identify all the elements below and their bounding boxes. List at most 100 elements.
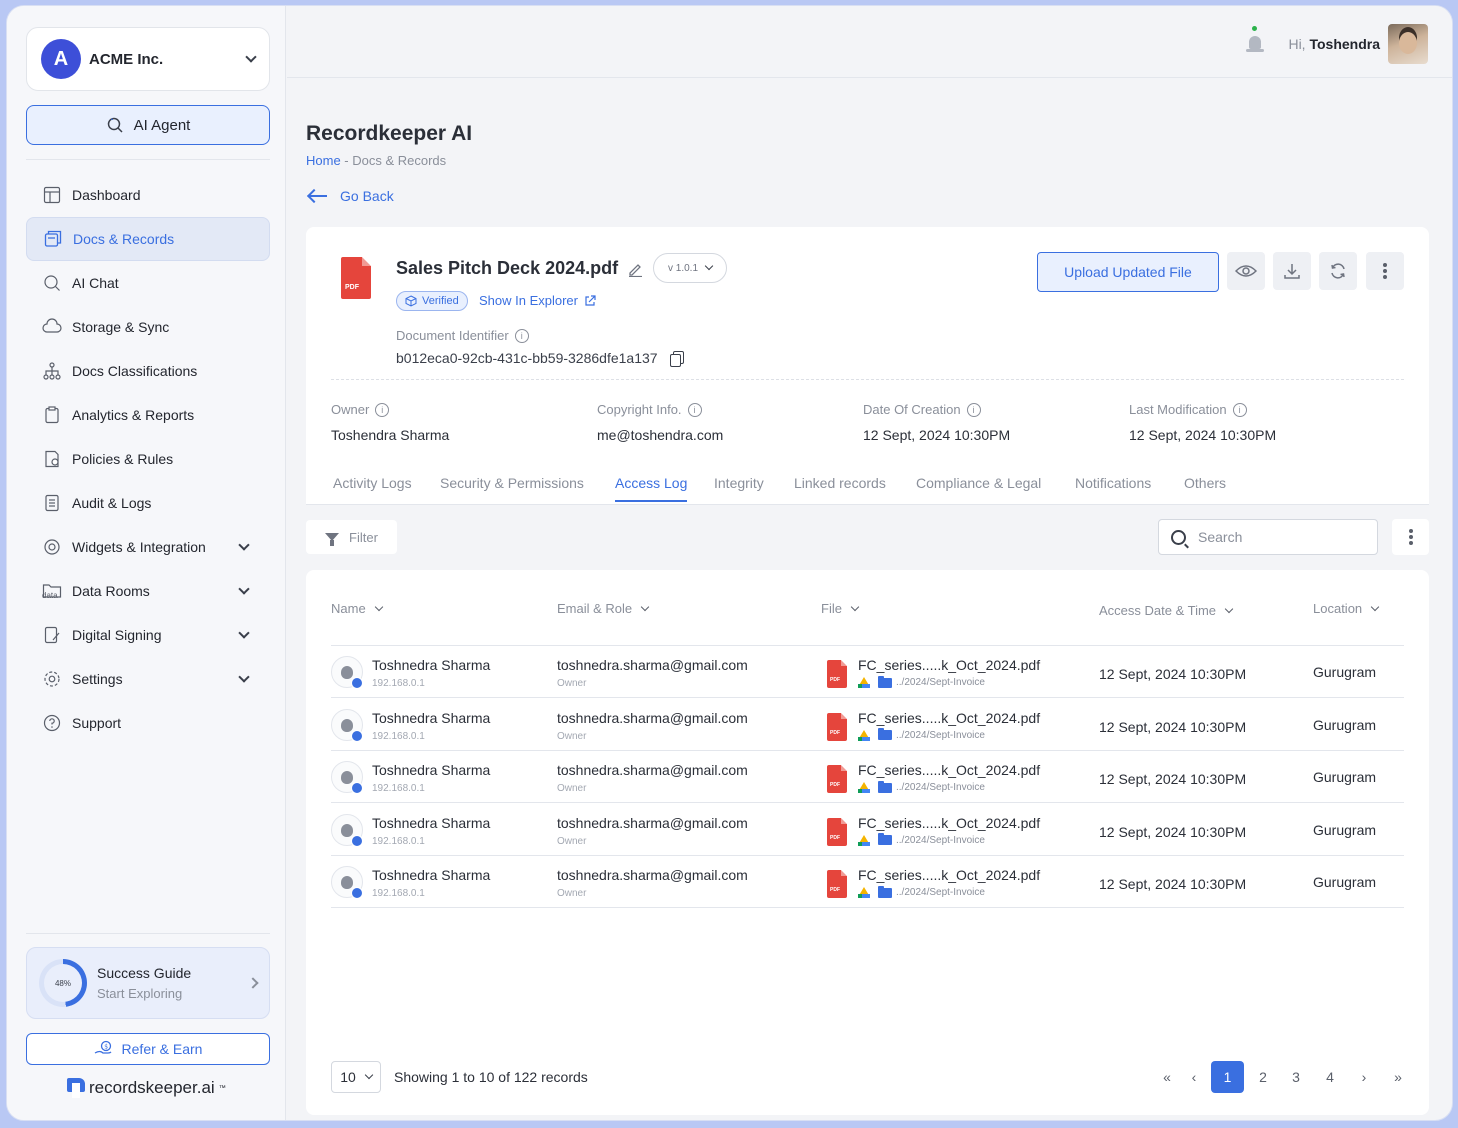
go-back-link[interactable]: Go Back	[308, 188, 394, 204]
user-name: Toshnedra Sharma	[372, 814, 491, 831]
edit-pencil-icon[interactable]	[627, 261, 643, 277]
info-icon[interactable]: i	[1232, 402, 1247, 417]
identifier-text: b012eca0-92cb-431c-bb59-3286dfe1a137	[396, 350, 658, 366]
prev-page-button[interactable]: ‹	[1182, 1061, 1206, 1093]
column-header-file[interactable]: File	[821, 601, 860, 616]
avatar[interactable]	[1388, 24, 1428, 64]
copy-icon[interactable]	[669, 351, 684, 367]
page-2-button[interactable]: 2	[1251, 1061, 1275, 1093]
version-select[interactable]: v 1.0.1	[653, 253, 727, 283]
file-name[interactable]: FC_series.....k_Oct_2024.pdf	[858, 867, 1040, 883]
rows-per-page-select[interactable]: 10	[331, 1061, 381, 1093]
tab-notifications[interactable]: Notifications	[1075, 475, 1151, 500]
brand-name: recordskeeper.ai	[89, 1078, 215, 1097]
file-name[interactable]: FC_series.....k_Oct_2024.pdf	[858, 762, 1040, 778]
more-options-button[interactable]	[1366, 252, 1404, 290]
file-name[interactable]: FC_series.....k_Oct_2024.pdf	[858, 815, 1040, 831]
tab-security-and-permissions[interactable]: Security & Permissions	[440, 475, 584, 500]
chevron-down-icon[interactable]	[238, 539, 250, 551]
page-3-button[interactable]: 3	[1284, 1061, 1308, 1093]
column-header-access-date-and-time[interactable]: Access Date & Time	[1099, 603, 1234, 618]
table-row[interactable]: Toshnedra Sharma 192.168.0.1 toshnedra.sha…	[331, 804, 1404, 856]
meta-value: Toshendra Sharma	[331, 427, 450, 443]
upload-updated-file-button[interactable]: Upload Updated File	[1037, 252, 1219, 292]
device-apple-icon	[331, 866, 363, 899]
page-1-button[interactable]: 1	[1211, 1061, 1244, 1093]
bell-icon[interactable]	[1246, 36, 1264, 54]
info-icon[interactable]: i	[966, 402, 981, 417]
tab-compliance-and-legal[interactable]: Compliance & Legal	[916, 475, 1041, 500]
sidebar-item-widgets-and-integration[interactable]: Widgets & Integration	[26, 525, 270, 569]
access-location: Gurugram	[1313, 874, 1377, 890]
table-row[interactable]: Toshnedra Sharma 192.168.0.1 toshnedra.sha…	[331, 699, 1404, 751]
next-page-button[interactable]: ›	[1352, 1061, 1376, 1093]
sidebar-item-policies-and-rules[interactable]: Policies & Rules	[26, 437, 270, 481]
breadcrumb-home[interactable]: Home	[306, 153, 341, 168]
sidebar-item-docs-classifications[interactable]: Docs Classifications	[26, 349, 270, 393]
first-page-button[interactable]: «	[1155, 1061, 1179, 1093]
sync-button[interactable]	[1319, 252, 1357, 290]
sidebar-item-ai-chat[interactable]: AI Chat	[26, 261, 270, 305]
refer-earn-button[interactable]: $ Refer & Earn	[26, 1033, 270, 1065]
filter-button[interactable]: Filter	[306, 520, 397, 554]
last-page-button[interactable]: »	[1386, 1061, 1410, 1093]
show-in-explorer-link[interactable]: Show In Explorer	[479, 293, 596, 308]
column-header-email-and-role[interactable]: Email & Role	[557, 601, 650, 616]
sidebar-item-dashboard[interactable]: Dashboard	[26, 173, 270, 217]
sidebar-item-digital-signing[interactable]: Digital Signing	[26, 613, 270, 657]
file-path: ../2024/Sept-Invoice	[858, 885, 985, 898]
chevron-down-icon[interactable]	[238, 671, 250, 683]
file-name[interactable]: FC_series.....k_Oct_2024.pdf	[858, 710, 1040, 726]
sidebar-item-support[interactable]: Support	[26, 701, 270, 745]
tab-activity-logs[interactable]: Activity Logs	[333, 475, 412, 500]
download-button[interactable]	[1273, 252, 1311, 290]
table-row[interactable]: Toshnedra Sharma 192.168.0.1 toshnedra.sha…	[331, 751, 1404, 803]
table-more-button[interactable]	[1392, 519, 1429, 555]
sidebar-item-audit-and-logs[interactable]: Audit & Logs	[26, 481, 270, 525]
google-drive-icon	[858, 782, 870, 793]
info-icon[interactable]: i	[514, 328, 529, 343]
tab-access-log[interactable]: Access Log	[615, 475, 688, 502]
chevron-down-icon[interactable]	[238, 627, 250, 639]
chevron-down-icon	[374, 602, 383, 611]
identifier-label: Document Identifier i	[396, 328, 529, 343]
ai-agent-icon	[107, 117, 123, 133]
search-box[interactable]	[1158, 519, 1378, 555]
tab-others[interactable]: Others	[1184, 475, 1226, 500]
tab-integrity[interactable]: Integrity	[714, 475, 764, 500]
success-guide-card[interactable]: 48% Success Guide Start Exploring	[26, 947, 270, 1019]
file-path-text: ../2024/Sept-Invoice	[896, 677, 985, 688]
column-header-label: Email & Role	[557, 601, 633, 616]
meta-label: Date Of Creation	[863, 402, 961, 417]
folder-data-icon: data	[42, 581, 62, 601]
device-apple-icon	[331, 813, 363, 847]
meta-value: me@toshendra.com	[597, 427, 724, 443]
sidebar-item-analytics-and-reports[interactable]: Analytics & Reports	[26, 393, 270, 437]
user-email: toshnedra.sharma@gmail.com	[557, 709, 748, 726]
table-row[interactable]: Toshnedra Sharma 192.168.0.1 toshnedra.sha…	[331, 646, 1404, 698]
column-header-location[interactable]: Location	[1313, 601, 1380, 616]
sidebar-item-docs-and-records[interactable]: Docs & Records	[26, 217, 270, 261]
tab-linked-records[interactable]: Linked records	[794, 475, 886, 500]
page-4-button[interactable]: 4	[1318, 1061, 1342, 1093]
ai-agent-button[interactable]: AI Agent	[26, 105, 270, 145]
file-name[interactable]: FC_series.....k_Oct_2024.pdf	[858, 657, 1040, 673]
records-summary: Showing 1 to 10 of 122 records	[394, 1069, 588, 1085]
column-header-name[interactable]: Name	[331, 601, 383, 616]
org-switcher[interactable]: A ACME Inc.	[26, 27, 270, 91]
app-window: A ACME Inc. AI Agent Dashboard Docs & Rec…	[6, 5, 1453, 1121]
column-header-label: Location	[1313, 601, 1363, 616]
sidebar-item-storage-and-sync[interactable]: Storage & Sync	[26, 305, 270, 349]
policy-icon	[42, 449, 62, 469]
sidebar-item-settings[interactable]: Settings	[26, 657, 270, 701]
search-input[interactable]	[1198, 529, 1358, 545]
sidebar-item-data-rooms[interactable]: data Data Rooms	[26, 569, 270, 613]
table-row[interactable]: Toshnedra Sharma 192.168.0.1 toshnedra.sha…	[331, 856, 1404, 908]
chevron-down-icon[interactable]	[238, 583, 250, 595]
pdf-file-icon: PDF	[827, 660, 847, 688]
chevron-down-icon	[850, 602, 860, 611]
file-path-text: ../2024/Sept-Invoice	[896, 887, 985, 898]
info-icon[interactable]: i	[375, 402, 390, 417]
view-button[interactable]	[1227, 252, 1265, 290]
info-icon[interactable]: i	[687, 402, 702, 417]
